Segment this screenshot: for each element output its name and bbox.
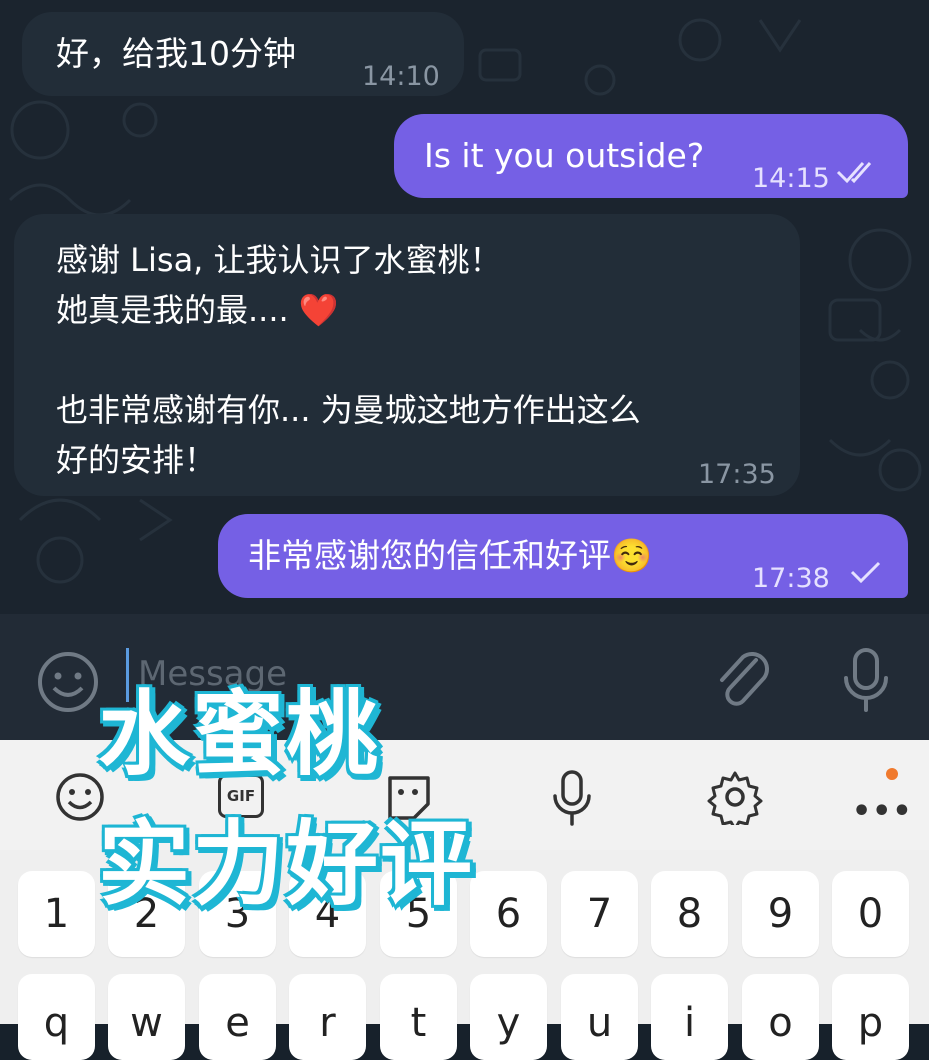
message-time: 17:38 — [752, 563, 830, 594]
more-icon[interactable]: ••• — [850, 768, 912, 829]
message-outgoing[interactable]: Is it you outside? 14:15 — [394, 114, 908, 198]
key-i[interactable]: i — [651, 974, 728, 1060]
notification-dot — [886, 768, 898, 780]
settings-icon[interactable] — [707, 769, 763, 825]
message-incoming[interactable]: 感谢 Lisa, 让我认识了水蜜桃！ 她真是我的最.... ❤️ 也非常感谢有你… — [14, 214, 800, 496]
key-o[interactable]: o — [742, 974, 819, 1060]
key-0[interactable]: 0 — [832, 871, 909, 957]
key-p[interactable]: p — [832, 974, 909, 1060]
key-e[interactable]: e — [199, 974, 276, 1060]
message-time: 14:10 — [362, 61, 440, 92]
key-w[interactable]: w — [108, 974, 185, 1060]
key-u[interactable]: u — [561, 974, 638, 1060]
more-dots: ••• — [852, 794, 913, 829]
message-time: 14:15 — [752, 163, 830, 194]
message-time: 17:35 — [698, 459, 776, 490]
check-icon — [850, 561, 881, 584]
double-check-icon — [836, 162, 872, 184]
key-8[interactable]: 8 — [651, 871, 728, 957]
smile-icon[interactable] — [36, 650, 100, 714]
microphone-icon[interactable] — [550, 768, 594, 828]
key-9[interactable]: 9 — [742, 871, 819, 957]
overlay-caption-line2: 实力好评 — [98, 811, 475, 918]
message-outgoing[interactable]: 非常感谢您的信任和好评☺️ 17:38 — [218, 514, 908, 598]
key-7[interactable]: 7 — [561, 871, 638, 957]
paperclip-icon[interactable] — [712, 646, 776, 716]
overlay-caption-line1: 水蜜桃 — [98, 681, 381, 788]
key-q[interactable]: q — [18, 974, 95, 1060]
key-1[interactable]: 1 — [18, 871, 95, 957]
message-incoming[interactable]: 好，给我10分钟 14:10 — [22, 12, 464, 96]
microphone-icon[interactable] — [838, 646, 894, 716]
message-text: 感谢 Lisa, 让我认识了水蜜桃！ 她真是我的最.... ❤️ 也非常感谢有你… — [56, 241, 641, 479]
chat-area[interactable]: 好，给我10分钟 14:10 Is it you outside? 14:15 … — [0, 0, 929, 614]
key-6[interactable]: 6 — [470, 871, 547, 957]
key-t[interactable]: t — [380, 974, 457, 1060]
key-y[interactable]: y — [470, 974, 547, 1060]
key-r[interactable]: r — [289, 974, 366, 1060]
